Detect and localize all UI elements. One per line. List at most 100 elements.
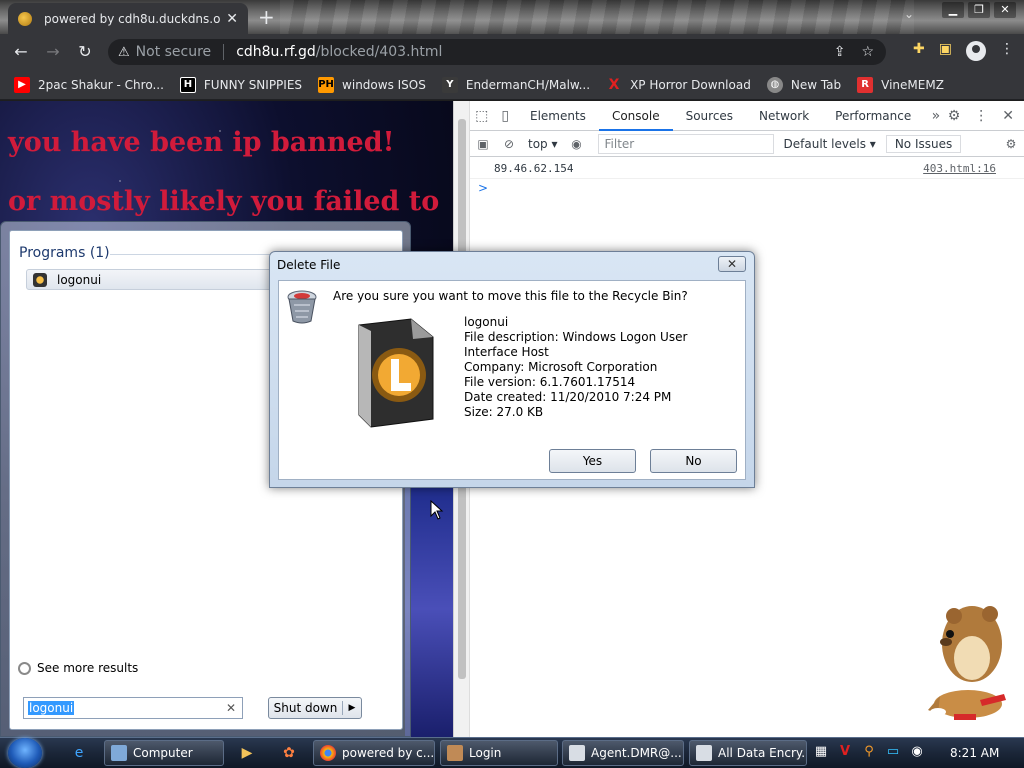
new-tab-button[interactable]: + bbox=[258, 5, 275, 29]
bookmark-item[interactable]: PH windows ISOS bbox=[318, 76, 426, 93]
logonui-icon bbox=[33, 272, 47, 287]
clear-console-icon[interactable]: ⊘ bbox=[496, 137, 522, 151]
reload-button[interactable]: ↻ bbox=[74, 41, 96, 63]
tab-performance[interactable]: Performance bbox=[822, 101, 924, 131]
forward-button[interactable]: → bbox=[42, 41, 64, 63]
login-icon bbox=[447, 745, 463, 761]
logonui-large-icon bbox=[358, 318, 434, 428]
banned-message-line-1: you have been ip banned! bbox=[8, 127, 395, 158]
h-icon: H bbox=[179, 76, 196, 93]
console-filter-input[interactable]: Filter bbox=[597, 133, 774, 154]
bookmark-item[interactable]: X XP Horror Download bbox=[606, 77, 751, 93]
search-result-item[interactable]: logonui bbox=[26, 269, 276, 290]
browser-tab-strip: powered by cdh8u.duckdns.org ✕ + ⌄ ▁ ❐ ✕ bbox=[0, 0, 1024, 34]
tab-sources[interactable]: Sources bbox=[673, 101, 746, 131]
browser-tab[interactable]: powered by cdh8u.duckdns.org ✕ bbox=[8, 3, 248, 34]
taskbar-button-login[interactable]: Login bbox=[440, 740, 558, 766]
chrome-menu-icon[interactable]: ⋮ bbox=[1000, 41, 1014, 61]
address-bar[interactable]: ⚠ Not secure cdh8u.rf.gd/blocked/403.htm… bbox=[108, 39, 886, 65]
device-toolbar-icon[interactable]: ▯ bbox=[494, 108, 518, 124]
console-log-row: 89.46.62.154 403.html:16 bbox=[470, 159, 1024, 179]
window-icon bbox=[696, 745, 712, 761]
display-icon[interactable]: ▭ bbox=[884, 742, 902, 762]
app-icon[interactable]: ✿ bbox=[278, 743, 300, 763]
sidebar-toggle-icon[interactable]: ▣ bbox=[470, 137, 496, 151]
taskbar-button-all-data[interactable]: All Data Encry... bbox=[689, 740, 807, 766]
hamster-desktop-pet[interactable] bbox=[920, 588, 1016, 736]
see-more-results-link[interactable]: See more results bbox=[18, 661, 138, 675]
bookmark-item[interactable]: Y EndermanCH/Malw... bbox=[441, 76, 590, 93]
search-tool-icon[interactable]: ⚲ bbox=[860, 742, 878, 762]
dialog-close-button[interactable]: ✕ bbox=[718, 256, 746, 272]
console-toolbar: ▣ ⊘ top ▾ ◉ Filter Default levels ▾ No I… bbox=[470, 131, 1024, 157]
internet-explorer-icon[interactable]: e bbox=[68, 743, 90, 763]
url-host: cdh8u.rf.gd bbox=[236, 44, 316, 60]
warning-icon: ⚠ bbox=[118, 44, 130, 60]
tab-title: powered by cdh8u.duckdns.org bbox=[44, 11, 221, 26]
issues-button[interactable]: No Issues bbox=[885, 134, 962, 153]
console-log-source-link[interactable]: 403.html:16 bbox=[923, 162, 996, 175]
context-selector[interactable]: top ▾ bbox=[522, 137, 564, 151]
close-tab-icon[interactable]: ✕ bbox=[226, 11, 238, 27]
file-date-created: Date created: 11/20/2010 7:24 PM bbox=[464, 390, 672, 404]
dialog-title: Delete File bbox=[277, 258, 341, 272]
volume-icon[interactable]: ◉ bbox=[908, 742, 926, 762]
devtools-menu-icon[interactable]: ⋮ bbox=[974, 108, 988, 124]
start-orb-button[interactable] bbox=[8, 738, 42, 768]
start-search-input[interactable]: logonui ✕ bbox=[23, 697, 243, 719]
file-company: Company: Microsoft Corporation bbox=[464, 360, 658, 374]
console-prompt[interactable]: > bbox=[478, 181, 488, 195]
close-window-button[interactable]: ✕ bbox=[994, 2, 1016, 18]
taskbar-button-agent[interactable]: Agent.DMR@... bbox=[562, 740, 684, 766]
bookmark-item[interactable]: R VineMEMZ bbox=[857, 76, 944, 93]
bookmark-item[interactable]: ◍ New Tab bbox=[766, 76, 841, 93]
shutdown-button[interactable]: Shut down ▶ bbox=[268, 697, 362, 719]
file-version: File version: 6.1.7601.17514 bbox=[464, 375, 636, 389]
tab-console[interactable]: Console bbox=[598, 101, 673, 131]
globe-icon: ◍ bbox=[766, 76, 783, 93]
bookmark-item[interactable]: ▶ 2pac Shakur - Chro... bbox=[14, 76, 164, 93]
window-controls: ▁ ❐ ✕ bbox=[942, 2, 1016, 18]
clear-search-icon[interactable]: ✕ bbox=[226, 698, 236, 718]
file-details: logonui File description: Windows Logon … bbox=[464, 315, 734, 420]
mouse-cursor-icon bbox=[430, 500, 444, 520]
back-button[interactable]: ← bbox=[10, 41, 32, 63]
search-magnifier-icon bbox=[18, 661, 31, 675]
yes-button[interactable]: Yes bbox=[549, 449, 636, 473]
taskbar-button-computer[interactable]: Computer bbox=[104, 740, 224, 766]
more-tabs-icon[interactable]: » bbox=[924, 108, 948, 124]
url-path: /blocked/403.html bbox=[315, 44, 443, 60]
shutdown-options-arrow-icon[interactable]: ▶ bbox=[343, 703, 361, 713]
side-panel-icon[interactable]: ▣ bbox=[939, 41, 952, 61]
minimize-button[interactable]: ▁ bbox=[942, 2, 964, 18]
tab-search-icon[interactable]: ⌄ bbox=[904, 7, 914, 21]
recycle-bin-icon bbox=[287, 290, 317, 324]
maximize-button[interactable]: ❐ bbox=[968, 2, 990, 18]
console-settings-gear-icon[interactable]: ⚙ bbox=[998, 137, 1024, 151]
no-button[interactable]: No bbox=[650, 449, 737, 473]
live-expression-eye-icon[interactable]: ◉ bbox=[564, 137, 590, 151]
chrome-icon bbox=[320, 745, 336, 761]
bookmark-star-icon[interactable]: ☆ bbox=[861, 44, 874, 60]
bookmark-item[interactable]: H FUNNY SNIPPIES bbox=[179, 76, 302, 93]
network-icon[interactable]: ▦ bbox=[812, 742, 830, 762]
browser-toolbar: ← → ↻ ⚠ Not secure cdh8u.rf.gd/blocked/4… bbox=[0, 34, 1024, 70]
profile-avatar[interactable] bbox=[966, 41, 986, 61]
log-levels-dropdown[interactable]: Default levels ▾ bbox=[784, 137, 876, 151]
yp-icon: Y bbox=[441, 76, 458, 93]
tab-elements[interactable]: Elements bbox=[517, 101, 599, 131]
dialog-question: Are you sure you want to move this file … bbox=[333, 289, 688, 303]
youtube-icon: ▶ bbox=[14, 76, 30, 93]
tab-network[interactable]: Network bbox=[746, 101, 822, 131]
settings-gear-icon[interactable]: ⚙ bbox=[948, 108, 961, 124]
close-devtools-icon[interactable]: ✕ bbox=[1002, 108, 1014, 124]
antivirus-icon[interactable]: V bbox=[836, 742, 854, 762]
taskbar-button-chrome[interactable]: powered by c... bbox=[313, 740, 435, 766]
extensions-puzzle-icon[interactable]: ✚ bbox=[913, 41, 925, 61]
inspect-element-icon[interactable]: ⬚ bbox=[470, 108, 494, 124]
ph-icon: PH bbox=[318, 76, 335, 93]
taskbar-clock[interactable]: 8:21 AM bbox=[950, 746, 999, 760]
file-size: Size: 27.0 KB bbox=[464, 405, 544, 419]
share-icon[interactable]: ⇪ bbox=[834, 44, 846, 60]
media-player-icon[interactable]: ▶ bbox=[236, 743, 258, 763]
